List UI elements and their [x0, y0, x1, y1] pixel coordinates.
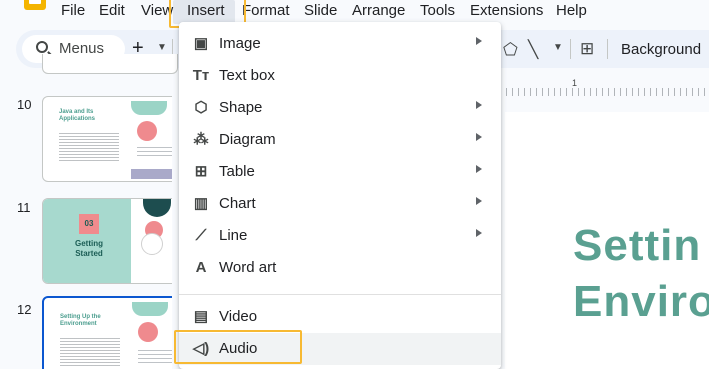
new-slide-dropdown-icon[interactable]: ▼	[157, 42, 167, 53]
insert-menu-video[interactable]: ▤ Video	[179, 301, 501, 333]
diagram-icon: ⁂	[193, 131, 209, 148]
insert-menu-label: Chart	[219, 195, 256, 212]
insert-menu-line[interactable]: ⟋ Line	[179, 220, 501, 252]
insert-menu-diagram[interactable]: ⁂ Diagram	[179, 124, 501, 156]
decorative-arch-shape	[131, 101, 167, 115]
submenu-arrow-icon	[476, 197, 482, 205]
slide-title-text[interactable]: Settin Enviro	[573, 218, 709, 330]
slide-number: 12	[17, 302, 32, 317]
menu-edit[interactable]: Edit	[99, 2, 125, 20]
slide-thumbnail-10[interactable]: Java and Its Applications	[42, 96, 178, 182]
word-art-icon: A	[195, 259, 207, 276]
slide-title-line-1: Settin	[573, 221, 702, 270]
search-icon	[36, 41, 48, 53]
slide-title-line-2: Enviro	[573, 277, 709, 326]
slide-thumbnail-11[interactable]: 03 Getting Started	[42, 198, 178, 284]
insert-menu-text-box[interactable]: Tт Text box	[179, 60, 501, 92]
decorative-circle-shape	[138, 322, 158, 342]
slide-number: 11	[17, 200, 31, 215]
decorative-arch-shape	[132, 302, 168, 316]
insert-menu-label: Word art	[219, 259, 277, 276]
insert-menu-word-art[interactable]: A Word art	[179, 252, 501, 284]
insert-menu-shape[interactable]: ⬡ Shape	[179, 92, 501, 124]
insert-menu-label: Table	[219, 163, 255, 180]
menu-arrange[interactable]: Arrange	[352, 2, 405, 20]
menu-format[interactable]: Format	[242, 2, 290, 20]
slide-number: 10	[17, 97, 32, 112]
insert-menu-chart[interactable]: ▥ Chart	[179, 188, 501, 220]
decorative-bar-shape	[131, 169, 177, 179]
toolbar-divider	[570, 39, 571, 59]
slide-thumbnail-title: Java and Its Applications	[59, 109, 96, 122]
shape-tool-icon[interactable]: ⬠	[503, 40, 518, 60]
menu-bar: File Edit View Insert Format Slide Arran…	[0, 0, 709, 24]
slide-thumbnail-title: Getting Started	[75, 239, 103, 258]
ruler-mark: 1	[572, 78, 578, 88]
menu-file[interactable]: File	[61, 2, 85, 20]
audio-item-highlight	[174, 330, 302, 364]
submenu-arrow-icon	[476, 101, 482, 109]
menu-extensions[interactable]: Extensions	[470, 2, 543, 20]
submenu-arrow-icon	[476, 229, 482, 237]
ruler-ticks	[500, 88, 709, 96]
decorative-arch-shape	[143, 199, 171, 217]
menu-tools[interactable]: Tools	[420, 2, 455, 20]
slide-thumbnail-text-lines	[59, 133, 119, 161]
shape-icon: ⬡	[194, 99, 208, 116]
chart-icon: ▥	[193, 195, 209, 212]
toolbar-divider	[607, 39, 608, 59]
slides-app: File Edit View Insert Format Slide Arran…	[0, 0, 709, 369]
submenu-arrow-icon	[476, 37, 482, 45]
insert-menu-table[interactable]: ⊞ Table	[179, 156, 501, 188]
decorative-stripes	[137, 147, 177, 159]
image-icon: ▣	[193, 35, 209, 52]
background-button[interactable]: Background	[621, 41, 701, 58]
submenu-arrow-icon	[476, 133, 482, 141]
text-box-icon: Tт	[192, 67, 210, 84]
slide-thumbnail-text-lines	[60, 338, 120, 366]
slide-thumbnail-12[interactable]: Setting Up the Environment	[42, 296, 178, 369]
menu-divider	[179, 294, 501, 295]
comment-add-icon[interactable]: ⊞	[580, 39, 594, 59]
menu-help[interactable]: Help	[556, 2, 587, 20]
insert-menu-label: Text box	[219, 67, 275, 84]
table-icon: ⊞	[194, 163, 208, 180]
submenu-arrow-icon	[476, 165, 482, 173]
insert-menu-label: Image	[219, 35, 261, 52]
line-tool-icon[interactable]: ╲	[528, 40, 538, 60]
decorative-circle-shape	[137, 121, 157, 141]
insert-menu-label: Shape	[219, 99, 263, 116]
insert-menu-image[interactable]: ▣ Image	[179, 28, 501, 60]
section-number-badge: 03	[79, 214, 99, 234]
insert-menu-label: Line	[219, 227, 248, 244]
insert-menu-label: Diagram	[219, 131, 276, 148]
video-icon: ▤	[193, 308, 209, 325]
decorative-circle-outline	[141, 233, 163, 255]
line-tool-dropdown-icon[interactable]: ▼	[553, 42, 563, 53]
slide-thumbnail-previous[interactable]	[42, 54, 178, 74]
slides-logo-icon[interactable]	[24, 0, 46, 10]
menu-slide[interactable]: Slide	[304, 2, 337, 20]
slide-thumbnail-title: Setting Up the Environment	[60, 314, 101, 327]
insert-menu-label: Video	[219, 308, 258, 325]
line-icon: ⟋	[195, 227, 207, 244]
